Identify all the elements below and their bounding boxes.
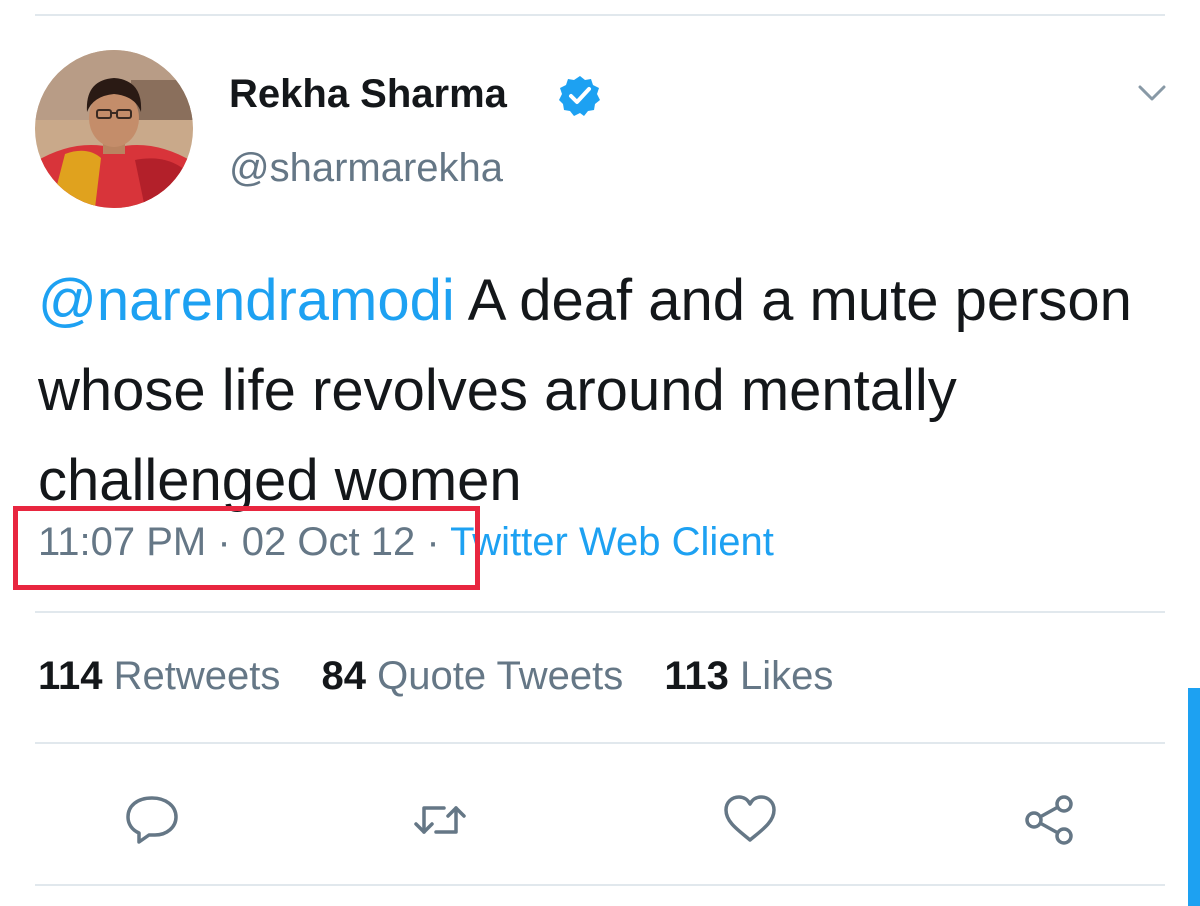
retweet-icon [414,806,466,834]
source-link[interactable]: Twitter Web Client [450,520,774,564]
divider [35,611,1165,613]
likes-stat[interactable]: 113 Likes [664,654,833,699]
scrollbar[interactable] [1188,688,1200,906]
reply-button[interactable] [122,790,182,850]
retweets-stat[interactable]: 114 Retweets [38,654,280,699]
top-divider [35,14,1165,16]
like-button[interactable] [720,790,780,850]
verified-badge-icon [558,74,602,118]
tweet-stats: 114 Retweets 84 Quote Tweets 113 Likes [38,654,863,699]
share-icon [1025,795,1073,845]
avatar-image [35,50,193,208]
highlight-box [13,506,480,590]
mention-link[interactable]: @narendramodi [38,268,455,333]
heart-icon [724,795,776,842]
retweets-label: Retweets [113,654,281,698]
reply-icon [126,796,178,844]
divider [35,742,1165,744]
quote-tweets-label: Quote Tweets [377,654,624,698]
author-handle[interactable]: @sharmarekha [229,146,503,191]
likes-label: Likes [740,654,834,698]
tweet-text: @narendramodi A deaf and a mute person w… [38,256,1158,526]
retweets-count: 114 [38,654,103,698]
retweet-button[interactable] [410,790,470,850]
likes-count: 113 [664,654,729,698]
quote-tweets-count: 84 [321,654,367,698]
divider [35,884,1165,886]
quote-tweets-stat[interactable]: 84 Quote Tweets [322,654,624,699]
author-display-name[interactable]: Rekha Sharma [229,72,507,117]
chevron-down-icon[interactable] [1132,78,1172,108]
share-button[interactable] [1020,790,1080,850]
avatar[interactable] [35,50,193,208]
